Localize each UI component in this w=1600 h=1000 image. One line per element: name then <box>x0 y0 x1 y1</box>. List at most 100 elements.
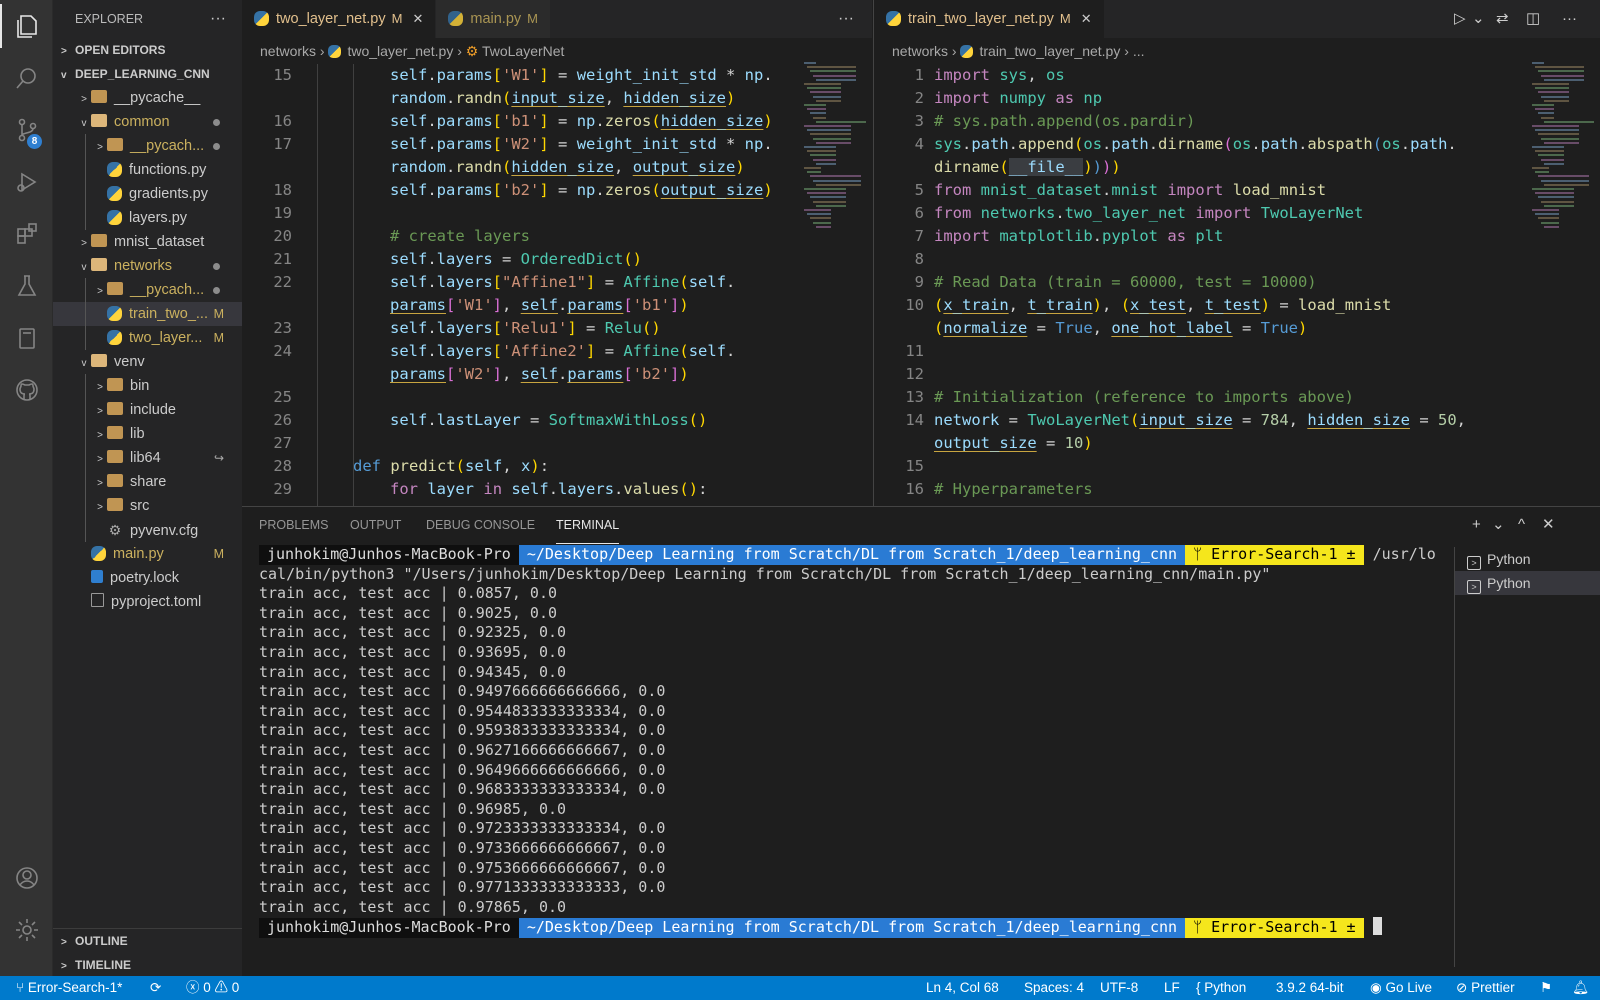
breadcrumb-item[interactable]: ... <box>1133 43 1145 59</box>
dropdown-icon[interactable]: ⌄ <box>1472 0 1485 38</box>
go-live[interactable]: ◉ Go Live <box>1370 976 1432 1000</box>
tree-item[interactable]: > __pycache__ <box>53 86 242 110</box>
tree-item[interactable]: train_two_... M <box>53 302 242 326</box>
testing-icon[interactable] <box>0 260 53 312</box>
code-token: params <box>567 296 624 314</box>
code-token: . <box>1298 135 1308 153</box>
tree-item[interactable]: > __pycach... <box>53 134 242 158</box>
new-terminal-icon[interactable]: + <box>1472 507 1481 543</box>
tree-item[interactable]: two_layer... M <box>53 326 242 350</box>
tree-item[interactable]: ⚙ pyvenv.cfg <box>53 518 242 542</box>
terminal-instance[interactable]: > Python <box>1455 571 1600 595</box>
code-token: ( <box>651 181 661 199</box>
tree-item[interactable]: poetry.lock <box>53 566 242 590</box>
code-token: , <box>1456 411 1466 429</box>
project-section[interactable]: v DEEP_LEARNING_CNN <box>53 62 242 86</box>
more-icon[interactable]: ··· <box>1562 0 1577 38</box>
tree-item[interactable]: > share <box>53 470 242 494</box>
close-icon[interactable]: ✕ <box>1081 11 1092 26</box>
tab-debug-console[interactable]: DEBUG CONSOLE <box>426 507 535 543</box>
code-line: 3 # sys.path.append(os.pardir) <box>874 110 1600 133</box>
branch-status[interactable]: ⑂ Error-Search-1* <box>16 976 122 1000</box>
end-of-line[interactable]: LF <box>1164 976 1180 1000</box>
tab-output[interactable]: OUTPUT <box>350 507 401 543</box>
tree-item[interactable]: main.py M <box>53 542 242 566</box>
timeline-section[interactable]: > TIMELINE <box>53 953 242 977</box>
code-token: . <box>1092 227 1103 245</box>
close-panel-icon[interactable]: ✕ <box>1542 507 1555 543</box>
tree-item[interactable]: > mnist_dataset <box>53 230 242 254</box>
open-editors-section[interactable]: > OPEN EDITORS <box>53 38 242 62</box>
minimap[interactable] <box>800 62 866 242</box>
source-control-icon[interactable]: 8 <box>0 104 53 156</box>
compare-icon[interactable]: ⇄ <box>1496 0 1509 38</box>
tab-two-layer-net-py[interactable]: two_layer_net.py M ✕ <box>242 0 437 38</box>
tree-item[interactable]: > src <box>53 494 242 518</box>
extensions-icon[interactable] <box>0 208 53 260</box>
code-editor-left[interactable]: 15 self.params['W1'] = weight_init_std * … <box>242 64 872 524</box>
feedback-icon[interactable]: ⚑ <box>1540 976 1552 1000</box>
interpreter[interactable]: 3.9.2 64-bit <box>1276 976 1344 1000</box>
settings-gear-icon[interactable] <box>0 904 53 956</box>
breadcrumb-item[interactable]: networks <box>260 43 316 59</box>
search-icon[interactable] <box>0 52 53 104</box>
language-mode[interactable]: { Python <box>1196 976 1246 1000</box>
tree-item[interactable]: functions.py <box>53 158 242 182</box>
tree-item[interactable]: pyproject.toml <box>53 590 242 614</box>
close-icon[interactable]: ✕ <box>412 11 423 26</box>
notebook-icon[interactable] <box>0 312 53 364</box>
terminal-output[interactable]: junhokim@Junhos-MacBook-Pro ~/Desktop/Dee… <box>259 545 1449 938</box>
code-line: 10 (x_train, t_train), (x_test, t_test) =… <box>874 294 1600 317</box>
tree-item[interactable]: > bin <box>53 374 242 398</box>
tree-item-label: two_layer... <box>129 330 203 346</box>
tree-item[interactable]: > __pycach... <box>53 278 242 302</box>
python-file-icon <box>91 546 106 561</box>
tree-item[interactable]: layers.py <box>53 206 242 230</box>
explorer-more-icon[interactable]: ··· <box>210 0 226 38</box>
code-token: ] <box>492 365 503 383</box>
github-icon[interactable] <box>0 364 53 416</box>
tab-main-py[interactable]: main.py M <box>436 0 551 38</box>
toml-file-icon <box>91 593 104 607</box>
tree-item[interactable]: v venv <box>53 350 242 374</box>
account-icon[interactable] <box>0 852 53 904</box>
breadcrumb-item[interactable]: train_two_layer_net.py <box>979 43 1120 59</box>
run-debug-icon[interactable] <box>0 156 53 208</box>
code-editor-right[interactable]: 1 import sys, os 2 import numpy as np 3 # sys… <box>874 64 1600 501</box>
minimap[interactable] <box>1528 62 1594 242</box>
prettier[interactable]: ⊘ Prettier <box>1456 976 1515 1000</box>
code-token: "Affine1" <box>502 273 587 291</box>
breadcrumb-item[interactable]: two_layer_net.py <box>347 43 453 59</box>
tree-item[interactable]: v networks <box>53 254 242 278</box>
breadcrumb-item[interactable]: networks <box>892 43 948 59</box>
code-token: [ <box>492 66 503 84</box>
terminal-dropdown-icon[interactable]: ⌄ <box>1492 507 1505 543</box>
tree-item[interactable]: v common <box>53 110 242 134</box>
outline-section[interactable]: > OUTLINE <box>53 929 242 953</box>
tree-item[interactable]: > include <box>53 398 242 422</box>
sync-icon[interactable]: ⟳ <box>150 976 161 1000</box>
breadcrumb-item[interactable]: TwoLayerNet <box>482 43 564 59</box>
files-icon[interactable] <box>0 0 53 52</box>
tree-item[interactable]: > lib <box>53 422 242 446</box>
tab-train-two-layer-net-py[interactable]: train_two_layer_net.py M ✕ <box>874 0 1105 38</box>
code-token: , <box>502 457 522 475</box>
editor-more-icon[interactable]: ··· <box>838 0 854 38</box>
tab-problems[interactable]: PROBLEMS <box>259 507 328 543</box>
indentation[interactable]: Spaces: 4 <box>1024 976 1084 1000</box>
encoding[interactable]: UTF-8 <box>1100 976 1138 1000</box>
problems-status[interactable]: ⓧ 0 ⚠ 0 <box>186 976 239 1000</box>
line-number: 4 <box>914 135 924 153</box>
run-icon[interactable]: ▷ <box>1454 0 1466 38</box>
tab-terminal[interactable]: TERMINAL <box>556 507 620 544</box>
notifications-icon[interactable]: 🔔︎ <box>1572 976 1589 1000</box>
tree-item[interactable]: > lib64 ↪ <box>53 446 242 470</box>
maximize-panel-icon[interactable]: ^ <box>1518 507 1525 543</box>
split-editor-icon[interactable]: ◫ <box>1526 0 1540 38</box>
cursor-position[interactable]: Ln 4, Col 68 <box>926 976 999 1000</box>
minimap-line <box>1538 70 1584 73</box>
tree-item[interactable]: gradients.py <box>53 182 242 206</box>
code-token: . <box>1008 135 1019 153</box>
terminal-instance[interactable]: > Python <box>1455 547 1600 571</box>
